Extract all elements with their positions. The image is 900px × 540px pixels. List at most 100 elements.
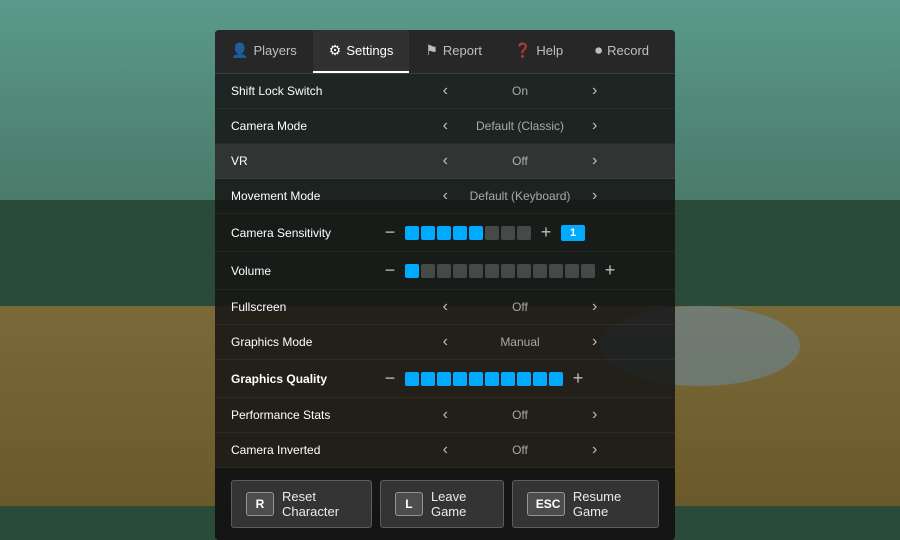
bar-2 (421, 226, 435, 240)
tab-report[interactable]: ⚑ Report (409, 30, 498, 73)
row-performance-stats: Performance Stats ‹ Off › (215, 398, 675, 433)
fullscreen-right[interactable]: › (588, 298, 601, 316)
settings-panel: 👤 Players ⚙ Settings ⚑ Report ❓ Help ⏺ R… (215, 30, 675, 540)
sensitivity-value: 1 (561, 225, 585, 241)
control-vr: ‹ Off › (381, 152, 659, 170)
reset-label: Reset Character (282, 489, 357, 519)
volume-plus[interactable]: + (601, 260, 619, 281)
control-camera-inverted: ‹ Off › (381, 441, 659, 459)
row-camera-mode: Camera Mode ‹ Default (Classic) › (215, 109, 675, 144)
vol-bar-5 (469, 264, 483, 278)
gfx-bar-4 (453, 372, 467, 386)
value-vr: Off (460, 154, 580, 168)
control-performance-stats: ‹ Off › (381, 406, 659, 424)
resume-label: Resume Game (573, 489, 644, 519)
gfx-bar-10 (549, 372, 563, 386)
reset-button[interactable]: R Reset Character (231, 480, 372, 528)
perf-left[interactable]: ‹ (439, 406, 452, 424)
gfx-bar-3 (437, 372, 451, 386)
control-movement-mode: ‹ Default (Keyboard) › (381, 187, 659, 205)
leave-label: Leave Game (431, 489, 489, 519)
gfx-plus[interactable]: + (569, 368, 587, 389)
report-icon: ⚑ (425, 42, 438, 59)
label-vr: VR (231, 154, 381, 168)
label-camera-sensitivity: Camera Sensitivity (231, 226, 381, 240)
camera-mode-left[interactable]: ‹ (439, 117, 452, 135)
tab-report-label: Report (443, 43, 482, 58)
gfx-bar-1 (405, 372, 419, 386)
row-movement-mode: Movement Mode ‹ Default (Keyboard) › (215, 179, 675, 214)
cam-inv-right[interactable]: › (588, 441, 601, 459)
shift-lock-right[interactable]: › (588, 82, 601, 100)
volume-minus[interactable]: − (381, 260, 399, 281)
row-camera-inverted: Camera Inverted ‹ Off › (215, 433, 675, 468)
bar-6 (485, 226, 499, 240)
vr-left[interactable]: ‹ (439, 152, 452, 170)
control-shift-lock: ‹ On › (381, 82, 659, 100)
bar-8 (517, 226, 531, 240)
resume-button[interactable]: ESC Resume Game (512, 480, 659, 528)
volume-bars (405, 264, 595, 278)
tab-record[interactable]: ⏺ Record (579, 30, 665, 73)
record-icon: ⏺ (595, 42, 602, 59)
label-movement-mode: Movement Mode (231, 189, 381, 203)
cam-inv-left[interactable]: ‹ (439, 441, 452, 459)
value-camera-mode: Default (Classic) (460, 119, 580, 133)
vol-bar-3 (437, 264, 451, 278)
vr-right[interactable]: › (588, 152, 601, 170)
resume-key: ESC (527, 492, 565, 516)
leave-key: L (395, 492, 423, 516)
control-camera-sensitivity: − + 1 (381, 222, 659, 243)
graphics-mode-left[interactable]: ‹ (439, 333, 452, 351)
vol-bar-4 (453, 264, 467, 278)
control-graphics-mode: ‹ Manual › (381, 333, 659, 351)
tab-help-label: Help (536, 43, 563, 58)
settings-icon: ⚙ (329, 42, 342, 59)
vol-bar-10 (549, 264, 563, 278)
vol-bar-6 (485, 264, 499, 278)
leave-button[interactable]: L Leave Game (380, 480, 504, 528)
value-graphics-mode: Manual (460, 335, 580, 349)
label-performance-stats: Performance Stats (231, 408, 381, 422)
tab-settings-label: Settings (346, 43, 393, 58)
label-graphics-quality: Graphics Quality (231, 372, 381, 386)
players-icon: 👤 (231, 42, 248, 59)
camera-mode-right[interactable]: › (588, 117, 601, 135)
vol-bar-2 (421, 264, 435, 278)
shift-lock-left[interactable]: ‹ (439, 82, 452, 100)
tab-players[interactable]: 👤 Players (215, 30, 313, 73)
value-shift-lock: On (460, 84, 580, 98)
value-camera-inverted: Off (460, 443, 580, 457)
tab-players-label: Players (253, 43, 296, 58)
sensitivity-minus[interactable]: − (381, 222, 399, 243)
graphics-mode-right[interactable]: › (588, 333, 601, 351)
reset-key: R (246, 492, 274, 516)
sensitivity-plus[interactable]: + (537, 222, 555, 243)
fullscreen-left[interactable]: ‹ (439, 298, 452, 316)
movement-right[interactable]: › (588, 187, 601, 205)
label-fullscreen: Fullscreen (231, 300, 381, 314)
gfx-bar-8 (517, 372, 531, 386)
tab-help[interactable]: ❓ Help (498, 30, 579, 73)
row-volume: Volume − + (215, 252, 675, 290)
control-graphics-quality: − + (381, 368, 659, 389)
tab-record-label: Record (607, 43, 649, 58)
label-volume: Volume (231, 264, 381, 278)
label-camera-mode: Camera Mode (231, 119, 381, 133)
perf-right[interactable]: › (588, 406, 601, 424)
value-fullscreen: Off (460, 300, 580, 314)
bar-4 (453, 226, 467, 240)
control-volume: − + (381, 260, 659, 281)
row-graphics-quality: Graphics Quality − + (215, 360, 675, 398)
gfx-bar-6 (485, 372, 499, 386)
control-camera-mode: ‹ Default (Classic) › (381, 117, 659, 135)
movement-left[interactable]: ‹ (439, 187, 452, 205)
sensitivity-bars (405, 226, 531, 240)
tab-settings[interactable]: ⚙ Settings (313, 30, 410, 73)
bottom-buttons: R Reset Character L Leave Game ESC Resum… (215, 468, 675, 540)
gfx-minus[interactable]: − (381, 368, 399, 389)
bar-1 (405, 226, 419, 240)
row-shift-lock: Shift Lock Switch ‹ On › (215, 74, 675, 109)
vol-bar-9 (533, 264, 547, 278)
tab-bar: 👤 Players ⚙ Settings ⚑ Report ❓ Help ⏺ R… (215, 30, 675, 74)
